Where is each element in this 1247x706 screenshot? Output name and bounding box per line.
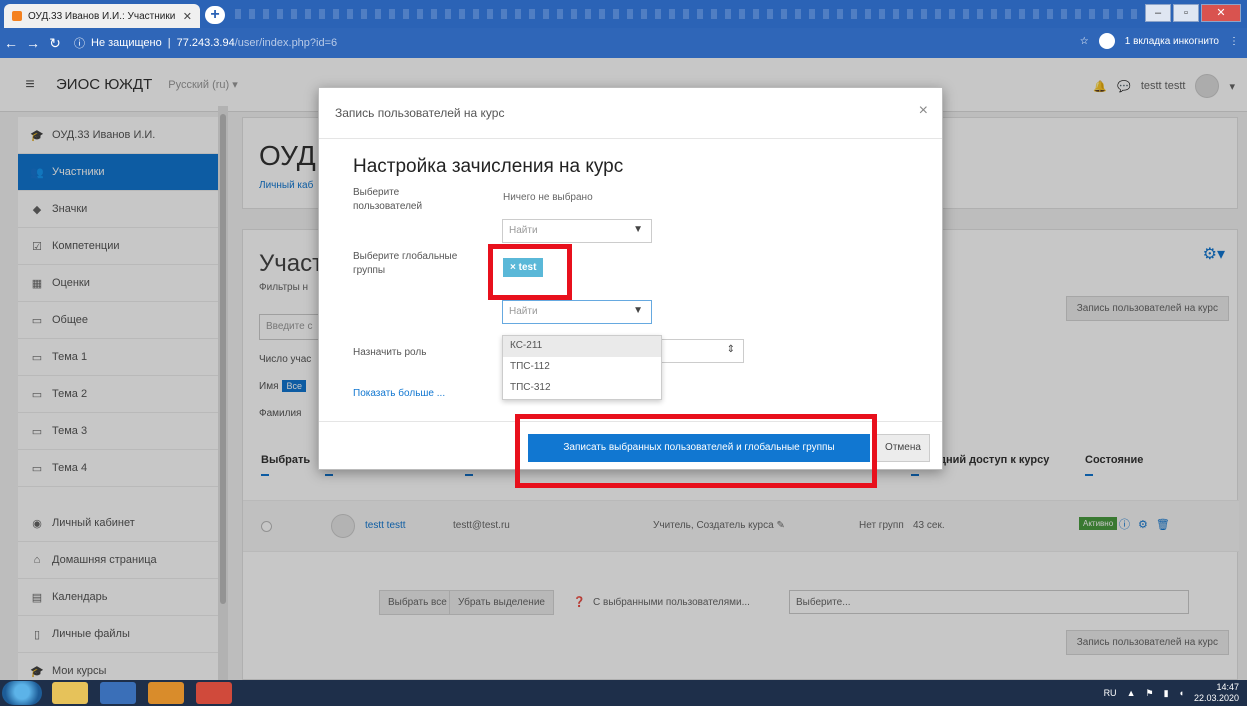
browser-tab[interactable]: ОУД.33 Иванов И.И.: Участники ✕ (4, 4, 200, 28)
clock[interactable]: 14:47 22.03.2020 (1194, 682, 1239, 704)
enrol-users-modal: Запись пользователей на курс × Настройка… (318, 87, 943, 470)
maximize-button[interactable]: ▫ (1173, 4, 1199, 22)
back-icon[interactable]: ← (0, 35, 22, 51)
powerpoint-icon[interactable] (196, 682, 232, 704)
address-bar: ← → ↻ ⓘ Не защищено | 77.243.3.94/user/i… (0, 28, 1247, 58)
start-button[interactable] (2, 681, 42, 705)
reload-icon[interactable]: ↻ (44, 35, 66, 52)
role-select[interactable]: ⇕ (654, 339, 744, 363)
window-close-button[interactable]: ✕ (1201, 4, 1241, 22)
url-path: /user/index.php?id=6 (234, 37, 338, 49)
dropdown-arrow-icon[interactable]: ▼ (633, 305, 643, 316)
os-taskbar: RU ▲ ⚑ ▮ ◖ 14:47 22.03.2020 (0, 680, 1247, 706)
close-icon[interactable]: × (919, 102, 928, 120)
incognito-label[interactable]: 1 вкладка инкогнито (1125, 36, 1219, 47)
flag-icon[interactable]: ⚑ (1145, 688, 1153, 699)
dropdown-option[interactable]: КС-211 (503, 336, 661, 357)
favicon-icon (12, 11, 22, 21)
url-host: 77.243.3.94 (176, 37, 235, 49)
select-users-label: Выберите пользователей (353, 187, 423, 212)
nothing-selected-text: Ничего не выбрано (503, 192, 593, 203)
address-bar-right: ☆ 1 вкладка инкогнито ⋮ (1080, 33, 1239, 49)
tab-title: ОУД.33 Иванов И.И.: Участники (28, 10, 176, 22)
star-icon[interactable]: ☆ (1080, 36, 1089, 47)
dropdown-arrow-icon[interactable]: ▼ (633, 224, 643, 235)
explorer-icon[interactable] (52, 682, 88, 704)
tab-strip-background (235, 9, 1185, 19)
dropdown-option[interactable]: ТПС-312 (503, 378, 661, 399)
info-icon[interactable]: ⓘ (74, 35, 85, 51)
chrome-icon[interactable] (100, 682, 136, 704)
close-tab-icon[interactable]: ✕ (183, 10, 192, 23)
highlight-box-submit (515, 414, 877, 488)
dropdown-option[interactable]: ТПС-112 (503, 357, 661, 378)
browser-tab-bar: ОУД.33 Иванов И.И.: Участники ✕ + – ▫ ✕ (0, 0, 1247, 28)
select-arrow-icon: ⇕ (726, 344, 735, 355)
assign-role-label: Назначить роль (353, 347, 427, 358)
highlight-box-group-tag (488, 244, 572, 300)
new-tab-button[interactable]: + (205, 6, 225, 24)
window-controls: – ▫ ✕ (1145, 4, 1241, 22)
global-groups-search-input[interactable]: Найти ▼ (502, 300, 652, 324)
modal-header: Запись пользователей на курс × (319, 88, 942, 139)
tray-up-icon[interactable]: ▲ (1127, 688, 1136, 698)
modal-title: Запись пользователей на курс (335, 106, 505, 120)
security-label: Не защищено (91, 37, 162, 49)
global-groups-label: Выберите глобальные группы (353, 251, 458, 276)
app-icon[interactable] (148, 682, 184, 704)
enrol-options-heading: Настройка зачисления на курс (353, 156, 624, 177)
system-tray: RU ▲ ⚑ ▮ ◖ 14:47 22.03.2020 (1104, 682, 1239, 704)
minimize-button[interactable]: – (1145, 4, 1171, 22)
language-indicator[interactable]: RU (1104, 688, 1117, 698)
show-more-link[interactable]: Показать больше ... (353, 388, 445, 399)
global-groups-dropdown: КС-211 ТПС-112 ТПС-312 (502, 335, 662, 400)
forward-icon[interactable]: → (22, 35, 44, 51)
menu-dots-icon[interactable]: ⋮ (1229, 36, 1239, 47)
incognito-icon (1098, 33, 1115, 49)
volume-icon[interactable]: ◖ (1179, 688, 1184, 698)
network-icon[interactable]: ▮ (1164, 688, 1169, 699)
url-field[interactable]: ⓘ Не защищено | 77.243.3.94/user/index.p… (74, 32, 994, 54)
users-search-input[interactable]: Найти ▼ (502, 219, 652, 243)
cancel-button[interactable]: Отмена (876, 434, 930, 462)
